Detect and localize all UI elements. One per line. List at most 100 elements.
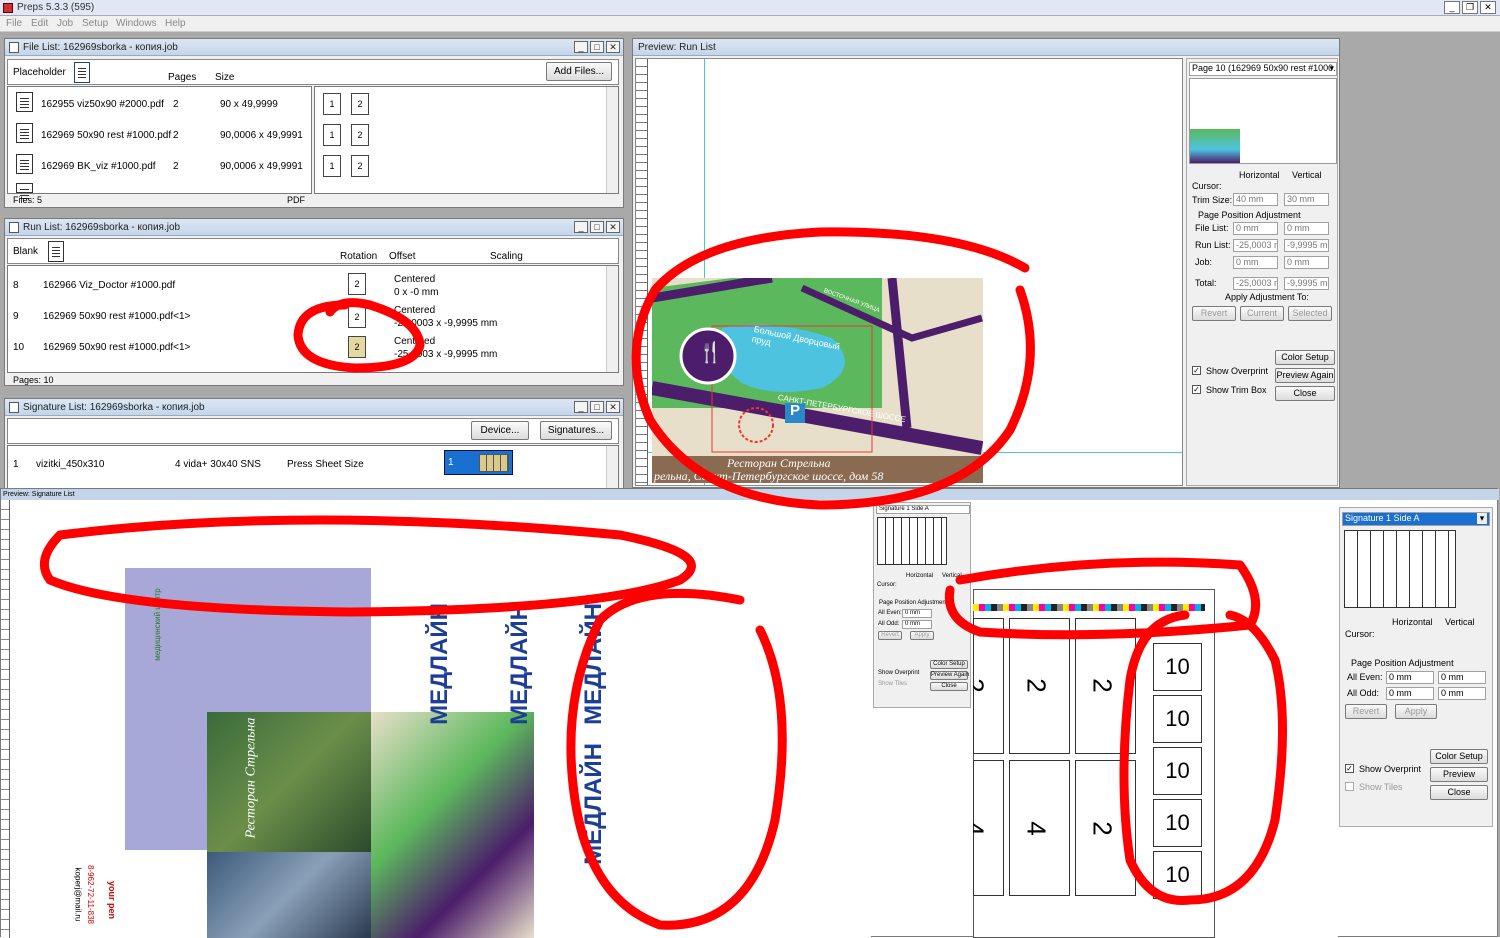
- menu-setup[interactable]: Setup: [82, 18, 108, 29]
- file-list-header: Placeholder Pages Size Add Files...: [7, 59, 619, 85]
- preview-run-title-bar[interactable]: Preview: Run List: [633, 39, 1339, 56]
- signature-list-title-bar[interactable]: Signature List: 162969sborka - копия.job…: [5, 399, 623, 416]
- job-adjust-horizontal[interactable]: 0 mm: [1233, 256, 1278, 269]
- revert-button[interactable]: Revert: [1345, 704, 1387, 719]
- show-overprint-checkbox[interactable]: ✓: [1345, 764, 1354, 773]
- close-icon[interactable]: ✕: [1480, 1, 1496, 14]
- signature-side-select[interactable]: Signature 1 Side A ▾: [1342, 512, 1490, 526]
- vertical-scrollbar[interactable]: [606, 266, 618, 372]
- run-list-adjust-horizontal[interactable]: -25,0003 m: [1233, 239, 1278, 252]
- restaurant-icon: 🍴: [698, 342, 723, 364]
- preview-sig-title-bar[interactable]: Preview: Signature List: [1, 489, 1499, 500]
- minimize-icon[interactable]: _: [1444, 1, 1460, 14]
- all-odd-vertical[interactable]: 0 mm: [1438, 687, 1486, 700]
- page-thumbnail[interactable]: 2: [351, 155, 369, 177]
- row-number: 10: [13, 342, 25, 353]
- menu-edit[interactable]: Edit: [31, 18, 48, 29]
- close-icon[interactable]: ✕: [606, 401, 620, 413]
- mini-all-even-horizontal[interactable]: 0 mm: [902, 609, 932, 618]
- placeholder-label[interactable]: Placeholder: [13, 67, 66, 78]
- maximize-icon[interactable]: □: [590, 221, 604, 233]
- vertical-scrollbar[interactable]: [606, 87, 618, 193]
- signature-grid-canvas[interactable]: 2 2 2 4 4 2 10 10 10 10 10: [973, 500, 1338, 938]
- run-list-title: Run List: 162969sborka - копия.job: [23, 222, 181, 233]
- card-block-street: [207, 852, 371, 938]
- page-select[interactable]: Page 10 (162969 50x90 rest #1000. ▾: [1189, 62, 1337, 76]
- vertical-scrollbar[interactable]: [606, 446, 618, 488]
- close-icon[interactable]: ✕: [606, 221, 620, 233]
- all-even-horizontal[interactable]: 0 mm: [1386, 671, 1434, 684]
- add-files-button[interactable]: Add Files...: [546, 62, 612, 81]
- mini-apply-button[interactable]: Apply: [910, 631, 934, 640]
- run-list-adjust-vertical[interactable]: -9,9995 mr: [1284, 239, 1329, 252]
- trim-size-vertical[interactable]: 30 mm: [1284, 193, 1329, 206]
- show-trim-box-checkbox[interactable]: ✓: [1192, 385, 1201, 394]
- menu-windows[interactable]: Windows: [116, 18, 157, 29]
- placeholder-page-icon[interactable]: [74, 62, 90, 83]
- close-button[interactable]: Close: [1275, 386, 1335, 401]
- run-list-row[interactable]: 10 162969 50x90 rest #1000.pdf<1> 2 Cent…: [8, 332, 608, 362]
- blank-label[interactable]: Blank: [13, 246, 38, 257]
- preview-again-button[interactable]: Preview Again: [1275, 368, 1335, 383]
- mini-preview-again-button[interactable]: Preview Again: [930, 671, 969, 680]
- close-button[interactable]: Close: [1430, 785, 1488, 800]
- page-thumbnail[interactable]: 1: [323, 155, 341, 177]
- menu-job[interactable]: Job: [57, 18, 73, 29]
- file-row[interactable]: 162969 BK_viz #1000.pdf 2 90,0006 x 49,9…: [8, 152, 308, 178]
- run-list-title-bar[interactable]: Run List: 162969sborka - копия.job _ □ ✕: [5, 219, 623, 236]
- file-list-adjust-horizontal[interactable]: 0 mm: [1233, 222, 1278, 235]
- color-setup-button[interactable]: Color Setup: [1430, 749, 1488, 764]
- mini-all-odd-horizontal[interactable]: 0 mm: [902, 620, 932, 629]
- page-thumbnail[interactable]: 2: [351, 124, 369, 146]
- page-icon: 2: [348, 336, 366, 358]
- color-setup-button[interactable]: Color Setup: [1275, 350, 1335, 365]
- run-list-row[interactable]: 8 162966 Viz_Doctor #1000.pdf 2 Centered…: [8, 270, 608, 300]
- file-row[interactable]: 162969 50x90 rest #1000.pdf 2 90,0006 x …: [8, 121, 308, 147]
- file-row[interactable]: 162955 viz50x90 #2000.pdf 2 90 x 49,9999: [8, 90, 308, 116]
- revert-button[interactable]: Revert: [1192, 306, 1236, 321]
- run-list-row[interactable]: 9 162969 50x90 rest #1000.pdf<1> 2 Cente…: [8, 301, 608, 331]
- blank-page-icon[interactable]: [48, 241, 64, 262]
- signature-selected-index: 1: [448, 457, 454, 468]
- trim-size-horizontal[interactable]: 40 mm: [1233, 193, 1278, 206]
- menu-file[interactable]: File: [6, 18, 22, 29]
- device-button[interactable]: Device...: [471, 421, 529, 440]
- file-list-title-bar[interactable]: File List: 162969sborka - копия.job _ □ ✕: [5, 39, 623, 56]
- preview-canvas[interactable]: 🍴 Большой Дворцовый пруд САНКТ-ПЕТЕРБУРГ…: [635, 58, 1183, 486]
- minimize-icon[interactable]: _: [574, 221, 588, 233]
- document-icon: [9, 42, 19, 53]
- total-adjust-vertical: -9,9995 mr: [1284, 277, 1329, 290]
- mini-signature-select[interactable]: Signature 1 Side A: [876, 505, 970, 514]
- current-button[interactable]: Current: [1240, 306, 1284, 321]
- page-thumbnail[interactable]: 1: [323, 124, 341, 146]
- selected-button[interactable]: Selected: [1288, 306, 1332, 321]
- rotation-column-header: Rotation: [340, 251, 378, 262]
- show-tiles-checkbox[interactable]: [1345, 782, 1354, 791]
- signature-sheet-canvas[interactable]: МЕДЛАЙН МЕДЛАЙН МЕДЛАЙН МЕДЛАЙН медицинс…: [1, 500, 871, 938]
- job-adjust-vertical[interactable]: 0 mm: [1284, 256, 1329, 269]
- mini-side-panel: Signature 1 Side A Horizontal Vertical C…: [873, 502, 971, 708]
- file-pages: 2: [173, 161, 179, 172]
- minimize-icon[interactable]: _: [574, 41, 588, 53]
- page-thumbnail[interactable]: 2: [351, 93, 369, 115]
- preview-button[interactable]: Preview: [1430, 767, 1488, 782]
- all-even-vertical[interactable]: 0 mm: [1438, 671, 1486, 684]
- maximize-icon[interactable]: □: [590, 41, 604, 53]
- menu-help[interactable]: Help: [165, 18, 186, 29]
- file-list-adjust-vertical[interactable]: 0 mm: [1284, 222, 1329, 235]
- close-icon[interactable]: ✕: [606, 41, 620, 53]
- signatures-button[interactable]: Signatures...: [540, 421, 612, 440]
- restore-icon[interactable]: ❐: [1462, 1, 1478, 14]
- signature-thumbnail[interactable]: 1: [444, 450, 513, 475]
- apply-button[interactable]: Apply: [1395, 704, 1437, 719]
- maximize-icon[interactable]: □: [590, 401, 604, 413]
- minimize-icon[interactable]: _: [574, 401, 588, 413]
- mini-close-button[interactable]: Close: [930, 682, 968, 691]
- show-overprint-checkbox[interactable]: ✓: [1192, 366, 1201, 375]
- mini-color-setup-button[interactable]: Color Setup: [930, 660, 968, 669]
- medline-logo: МЕДЛАЙН: [579, 603, 607, 725]
- page-thumbnail[interactable]: 1: [323, 93, 341, 115]
- signature-row[interactable]: 1 vizitki_450x310 4 vida+ 30x40 SNS Pres…: [8, 450, 608, 480]
- mini-revert-button[interactable]: Revert: [878, 631, 902, 640]
- all-odd-horizontal[interactable]: 0 mm: [1386, 687, 1434, 700]
